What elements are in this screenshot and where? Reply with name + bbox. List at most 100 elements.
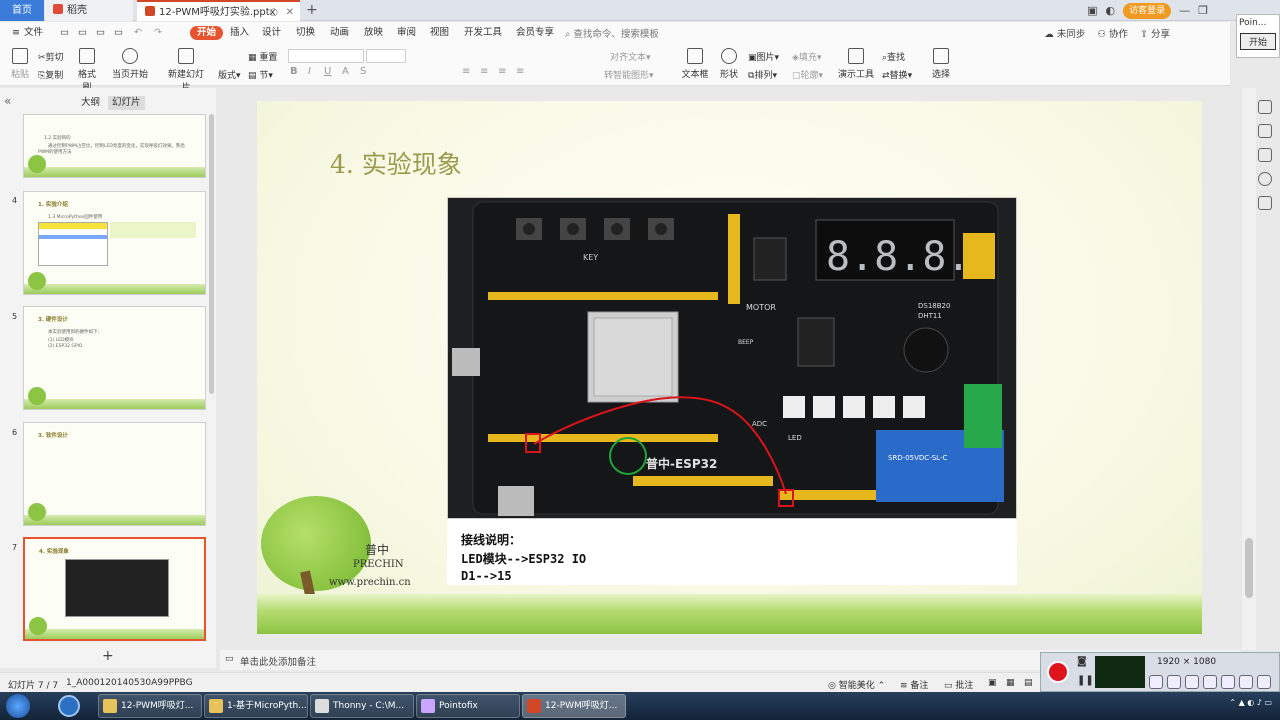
menu-view[interactable]: 视图 (430, 26, 449, 40)
close-icon[interactable]: ✕ (286, 2, 294, 23)
slide-thumbnail-5[interactable]: 3. 硬件设计 本实验使用到的硬件如下： (1) LED模块 (2) ESP32… (23, 306, 206, 410)
menu-member[interactable]: 会员专享 (516, 26, 554, 40)
arrange-button[interactable]: ⧉排列▾ (748, 68, 777, 81)
slide-title[interactable]: 4. 实验现象 (330, 145, 462, 181)
redo-icon[interactable]: ↷ (154, 26, 162, 40)
menu-review[interactable]: 审阅 (397, 26, 416, 40)
add-slide-button[interactable]: + (102, 648, 114, 664)
presentation-tools-button[interactable]: 演示工具 (836, 48, 876, 80)
slide-thumbnail-7[interactable]: 4. 实验现象 (23, 537, 206, 641)
collab-button[interactable]: ⚇ 协作 (1097, 26, 1128, 40)
bold-icon[interactable]: B (290, 66, 298, 77)
textbox-button[interactable]: 文本框 (680, 48, 710, 80)
wiring-note-box[interactable]: 接线说明： LED模块-->ESP32 IO D1-->15 (447, 519, 1017, 585)
start-button[interactable] (6, 694, 30, 718)
pause-icon[interactable]: ❚❚ (1077, 675, 1094, 686)
comment-button[interactable]: ▭ 批注 (944, 678, 973, 691)
menu-transition[interactable]: 切换 (296, 26, 315, 40)
slide-canvas[interactable]: 4. 实验现象 KEY 8.8.8.8 普中-ESP32 MOTOR BEEP … (257, 101, 1202, 634)
menu-developer[interactable]: 开发工具 (464, 26, 502, 40)
menu-insert[interactable]: 插入 (230, 26, 249, 40)
minimize-icon[interactable]: — (1179, 4, 1190, 17)
tab-docer[interactable]: 稻壳 (45, 0, 133, 21)
align-center-icon[interactable]: ≡ (480, 66, 488, 77)
find-button[interactable]: ⌕查找 (882, 50, 905, 63)
camera-icon[interactable]: ◙ (1077, 656, 1087, 667)
new-slide-button[interactable]: 新建幻灯片 (164, 48, 208, 93)
shape-button[interactable]: 形状 (716, 48, 742, 80)
paste-button[interactable]: 粘贴 (8, 48, 32, 80)
login-button[interactable]: 访客登录 (1123, 2, 1172, 19)
slide-thumbnail-6[interactable]: 3. 软件设计 (23, 422, 206, 526)
fill-button[interactable]: ◈填充▾ (792, 50, 821, 63)
mini-start-button[interactable]: 开始 (1240, 33, 1276, 50)
slide-thumbnail-3[interactable]: 1.2 实验目的 通过控制PWM占空比，控制LED亮度的变化，实现呼吸灯效果。熟… (23, 114, 206, 178)
reading-view-icon[interactable]: ▤ (1024, 678, 1033, 688)
taskbar-item[interactable]: 12-PWM呼吸灯... (98, 694, 202, 718)
tools-icon[interactable] (1258, 196, 1272, 210)
share-button[interactable]: ⇪ 分享 (1140, 26, 1170, 40)
font-family-select[interactable] (288, 49, 364, 63)
hamburger-icon[interactable]: ≡ (12, 26, 20, 40)
select-button[interactable]: 选择 (926, 48, 956, 80)
justify-icon[interactable]: ≡ (516, 66, 524, 77)
pen-icon[interactable] (1221, 675, 1235, 689)
beautify-button[interactable]: ◎ 智能美化 ⌃ (828, 678, 885, 691)
collapse-panel-icon[interactable]: « (4, 94, 11, 108)
align-text-button[interactable]: 对齐文本▾ (610, 50, 651, 63)
menu-slideshow[interactable]: 放映 (364, 26, 383, 40)
menu-animation[interactable]: 动画 (330, 26, 349, 40)
reset-button[interactable]: ▦ 重置 (248, 50, 277, 63)
folder-icon[interactable]: ▭ (78, 26, 87, 40)
scrollbar-thumb[interactable] (1245, 538, 1253, 598)
menu-file[interactable]: 文件 (24, 26, 43, 40)
tab-outline[interactable]: 大纲 (77, 96, 104, 110)
taskbar-item[interactable]: 1-基于MicroPyth... (204, 694, 308, 718)
sync-button[interactable]: ☁ 未同步 (1044, 26, 1085, 40)
animation-icon[interactable] (1258, 124, 1272, 138)
align-right-icon[interactable]: ≡ (498, 66, 506, 77)
print-icon[interactable]: ▭ (96, 26, 105, 40)
help-icon[interactable] (1258, 172, 1272, 186)
copy-format-icon[interactable] (1258, 148, 1272, 162)
new-tab-button[interactable]: + (306, 0, 318, 21)
save-icon[interactable]: ▭ (60, 26, 69, 40)
esp32-board-photo[interactable]: KEY 8.8.8.8 普中-ESP32 MOTOR BEEP ADC LED … (447, 197, 1017, 519)
record-button[interactable] (1047, 661, 1069, 683)
notes-toggle-button[interactable]: ≡ 备注 (900, 678, 928, 691)
tab-pin-icon[interactable]: ○ (269, 2, 278, 23)
normal-view-icon[interactable]: ▣ (988, 678, 997, 688)
section-button[interactable]: ▤ 节▾ (248, 68, 273, 81)
undo-icon[interactable]: ↶ (134, 26, 142, 40)
pointer-icon[interactable] (1203, 675, 1217, 689)
format-painter-button[interactable]: 格式刷 (74, 48, 100, 93)
layout-button[interactable]: 版式▾ (218, 68, 241, 81)
panel-scrollbar[interactable] (209, 114, 214, 394)
slide-thumbnail-4[interactable]: 1. 实验介绍 1.3 MicroPython固件使用 (23, 191, 206, 295)
tab-current-doc[interactable]: 12-PWM呼吸灯实验.pptx ○ ✕ (137, 0, 300, 21)
preview-icon[interactable]: ▭ (114, 26, 123, 40)
system-tray[interactable]: ⌃ ▲ ◐ ♪ ▭ (1229, 698, 1272, 707)
font-size-select[interactable] (366, 49, 406, 63)
webcam-icon[interactable] (1185, 675, 1199, 689)
menu-start[interactable]: 开始 (190, 26, 224, 40)
strikethrough-icon[interactable]: S (360, 66, 366, 77)
copy-button[interactable]: ⎘复制 (38, 68, 63, 81)
menu-design[interactable]: 设计 (262, 26, 281, 40)
font-color-icon[interactable]: A (342, 66, 349, 77)
play-from-current-button[interactable]: 当页开始 (110, 48, 150, 80)
restore-icon[interactable]: ❐ (1198, 4, 1208, 17)
settings-icon[interactable] (1257, 675, 1271, 689)
tab-slides[interactable]: 幻灯片 (108, 96, 145, 110)
outline-button[interactable]: ▢轮廓▾ (792, 68, 823, 81)
microphone-icon[interactable] (1167, 675, 1181, 689)
command-search[interactable]: ⌕ 查找命令、搜索模板 (565, 26, 659, 40)
tab-home[interactable]: 首页 (0, 0, 44, 21)
properties-icon[interactable] (1258, 100, 1272, 114)
cut-button[interactable]: ✂剪切 (38, 50, 64, 63)
underline-icon[interactable]: U (324, 66, 331, 77)
browser-pin-icon[interactable] (58, 695, 80, 717)
sorter-view-icon[interactable]: ▦ (1006, 678, 1015, 688)
volume-icon[interactable] (1149, 675, 1163, 689)
skin-icon[interactable]: ◐ (1106, 4, 1116, 17)
